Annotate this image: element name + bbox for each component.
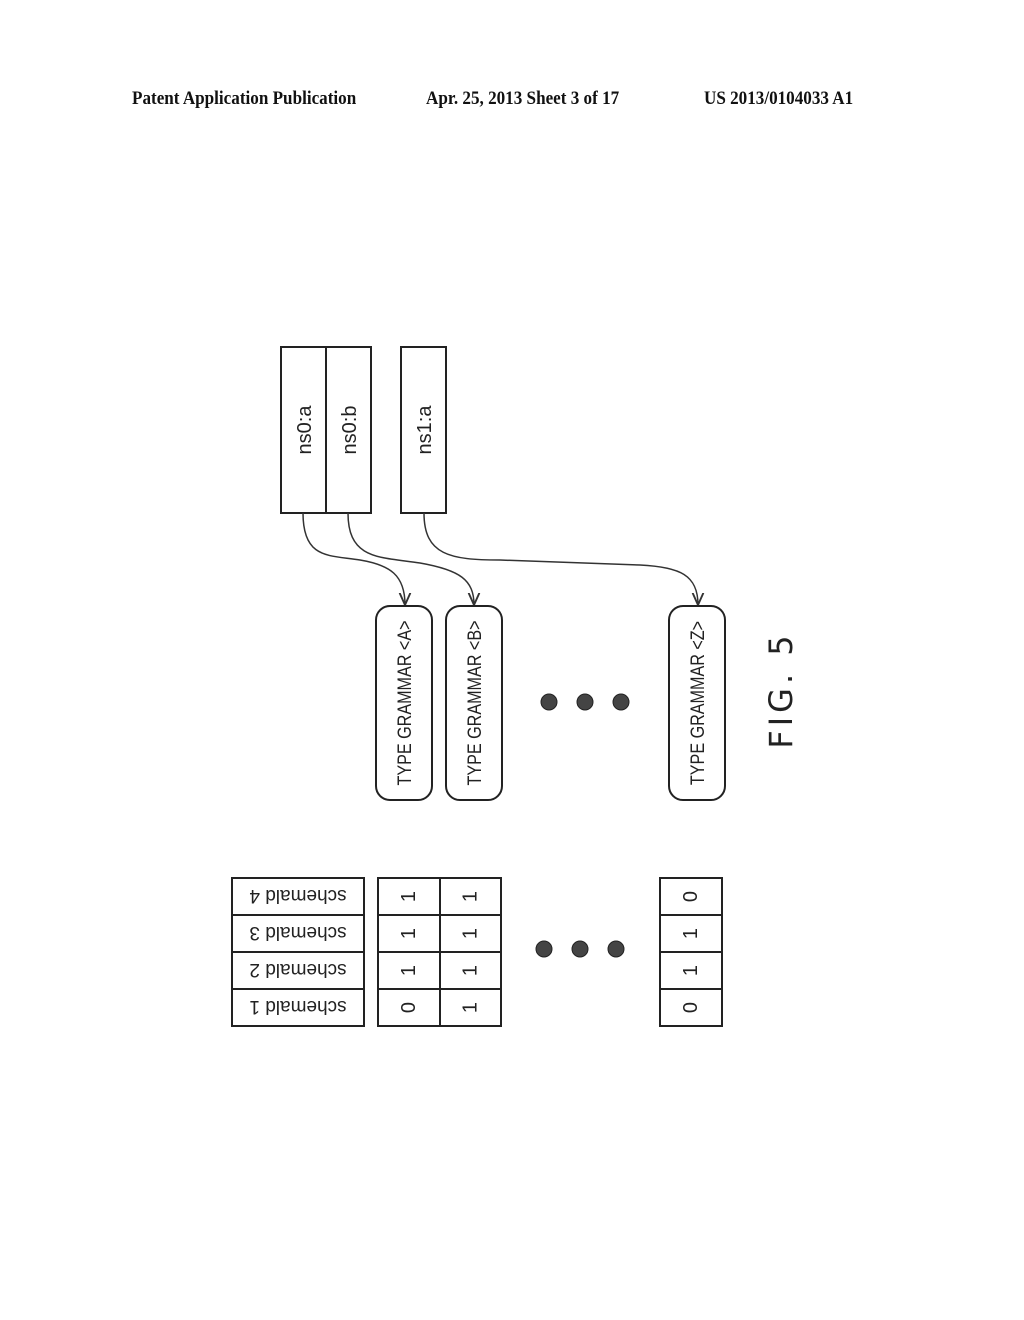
bit-value: 1 (460, 1002, 482, 1013)
ellipsis-dot (607, 940, 625, 958)
bit-vector-z: 0 1 1 0 (659, 877, 723, 1027)
element-ns1-a: ns1:a (414, 405, 436, 455)
ellipsis-dot (540, 693, 558, 711)
ellipsis-dot (612, 693, 630, 711)
schema-id-2: schemald 2 (249, 959, 346, 980)
bit-vector-a: 0 1 1 1 (377, 877, 441, 1027)
arrow-ns0b-to-B (347, 512, 474, 605)
figure-label: FIG. 5 (762, 631, 800, 748)
type-grammar-z-label: TYPE GRAMMAR <Z> (687, 621, 709, 785)
bit-value: 1 (460, 891, 482, 902)
bit-value: 1 (460, 965, 482, 976)
bit-value: 0 (680, 891, 702, 902)
bit-value: 1 (460, 928, 482, 939)
ellipsis-dot (576, 693, 594, 711)
bit-value: 1 (398, 965, 420, 976)
arrow-ns1a-to-Z (423, 512, 698, 605)
schema-id-4: schemald 4 (249, 885, 347, 906)
bit-value: 1 (398, 891, 420, 902)
element-ns0-b: ns0:b (339, 406, 361, 455)
type-grammar-b-label: TYPE GRAMMAR <B> (464, 620, 486, 785)
ellipsis-dot (571, 940, 589, 958)
schema-id-table: schemald 4 schemald 3 schemald 2 schemal… (231, 877, 365, 1027)
grammar-ellipsis (540, 693, 630, 711)
fig5-diagram: ns0:a ns0:b ns1:a TYPE GRAMMAR <A> TYPE … (231, 346, 800, 1027)
bit-value: 1 (398, 928, 420, 939)
type-grammar-a-label: TYPE GRAMMAR <A> (394, 620, 416, 785)
bit-value: 0 (398, 1002, 420, 1013)
bit-value: 1 (680, 965, 702, 976)
bitvector-ellipsis (535, 940, 625, 958)
schema-id-1: schemald 1 (249, 996, 346, 1017)
bit-value: 1 (680, 928, 702, 939)
schema-id-3: schemald 3 (249, 922, 346, 943)
ellipsis-dot (535, 940, 553, 958)
element-name-table: ns0:a ns0:b ns1:a (280, 346, 447, 514)
mapping-arrows (302, 512, 698, 605)
bit-value: 0 (680, 1002, 702, 1013)
bit-vector-b: 1 1 1 1 (439, 877, 502, 1027)
element-ns0-a: ns0:a (294, 405, 316, 455)
